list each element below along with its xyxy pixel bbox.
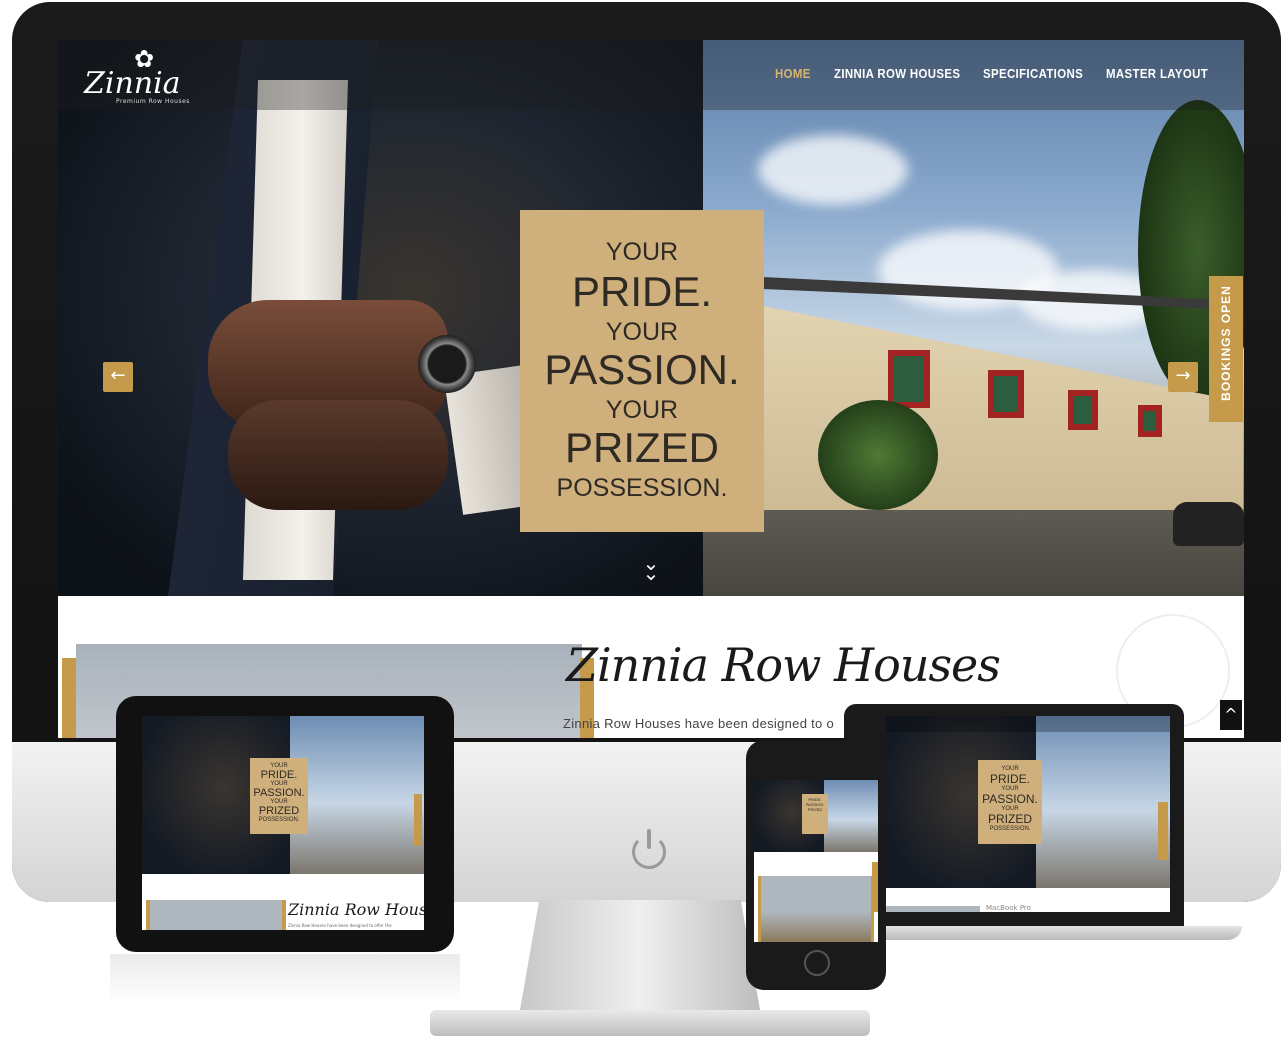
tagline-your: YOUR [605,238,679,266]
laptop-tag-passion: PASSION. [982,792,1038,806]
bookings-open-tab[interactable]: BOOKINGS OPEN [1209,276,1243,422]
tablet-hero-houses [290,716,424,874]
chevron-up-icon[interactable]: ^ [1220,700,1242,730]
tablet-about-text: Zinnia Row Houses have been designed to … [288,923,392,928]
phone-tag-prized: PRIZED [807,807,823,812]
tagline-possession: POSSESSION. [556,474,728,502]
laptop-tagline-box: YOUR PRIDE. YOUR PASSION. YOUR PRIZED PO… [978,760,1042,844]
hero-hand-lower [228,400,448,510]
laptop-hero-houses [1036,716,1170,888]
imac-stand [520,900,760,1010]
house-window [1068,390,1098,430]
house-window [988,370,1024,418]
hero-road [703,510,1244,596]
scroll-down-icon[interactable]: ⌄ ⌄ [638,553,664,583]
tablet-bookings-tab [414,794,422,846]
hero-tagline-box: YOUR PRIDE. YOUR PASSION. YOUR PRIZED PO… [520,210,764,532]
tagline-prized: PRIZED [564,424,719,471]
power-icon-bar [647,829,651,849]
phone-tagline-box: PRIDE. PASSION. PRIZED [802,794,828,834]
laptop-bookings-tab [1158,802,1168,860]
laptop-about-image [886,906,980,912]
arrow-right-icon[interactable]: → [1168,362,1198,392]
imac-stand-base [430,1010,870,1036]
logo[interactable]: Zinnia [84,66,181,101]
tagline-passion: PASSION. [544,346,740,393]
house-window [1138,405,1162,437]
logo-tagline: Premium Row Houses [116,98,190,105]
laptop-tag-possession: POSSESSION. [989,826,1031,832]
tablet-tag-pride: PRIDE. [260,769,298,781]
nav-master-layout[interactable]: MASTER LAYOUT [1106,66,1208,81]
tablet-about-image [146,900,286,930]
tagline-your: YOUR [605,318,679,346]
laptop-tag-pride: PRIDE. [989,772,1030,786]
hero-watch [418,335,476,393]
arrow-left-icon[interactable]: ← [103,362,133,392]
nav-home[interactable]: HOME [775,66,811,81]
hero-shrub [818,400,938,510]
about-text: Zinnia Row Houses have been designed to … [563,716,835,731]
about-title: Zinnia Row Houses [566,638,1001,692]
phone-hero-houses [824,780,878,852]
tablet-screen: YOUR PRIDE. YOUR PASSION. YOUR PRIZED PO… [142,716,424,930]
phone-home-button [804,950,830,976]
laptop-model-label: MacBook Pro [986,904,1031,912]
cloud [758,135,908,205]
tablet-tag-passion: PASSION. [253,787,305,799]
laptop-navbar [886,716,1170,732]
tablet-reflection [110,954,460,1004]
house-window [888,350,930,408]
imac-screen: ✿ Zinnia Premium Row Houses HOME ZINNIA … [58,40,1244,738]
laptop-screen: YOUR PRIDE. YOUR PASSION. YOUR PRIZED PO… [886,716,1170,912]
hero-car [1173,502,1244,546]
nav-row-houses[interactable]: ZINNIA ROW HOUSES [834,66,960,81]
phone-about-image [758,876,874,942]
tablet-about-title: Zinnia Row Houses [288,900,424,919]
tablet-tag-prized: PRIZED [258,805,300,817]
tagline-pride: PRIDE. [571,268,713,315]
bookings-open-label: BOOKINGS OPEN [1219,285,1233,401]
laptop-tag-prized: PRIZED [987,812,1032,826]
phone-screen: PRIDE. PASSION. PRIZED [754,780,878,942]
tablet-tag-possession: POSSESSION. [258,817,300,823]
tagline-your: YOUR [605,396,679,424]
tablet-tagline-box: YOUR PRIDE. YOUR PASSION. YOUR PRIZED PO… [250,758,308,834]
nav-specifications[interactable]: SPECIFICATIONS [983,66,1083,81]
